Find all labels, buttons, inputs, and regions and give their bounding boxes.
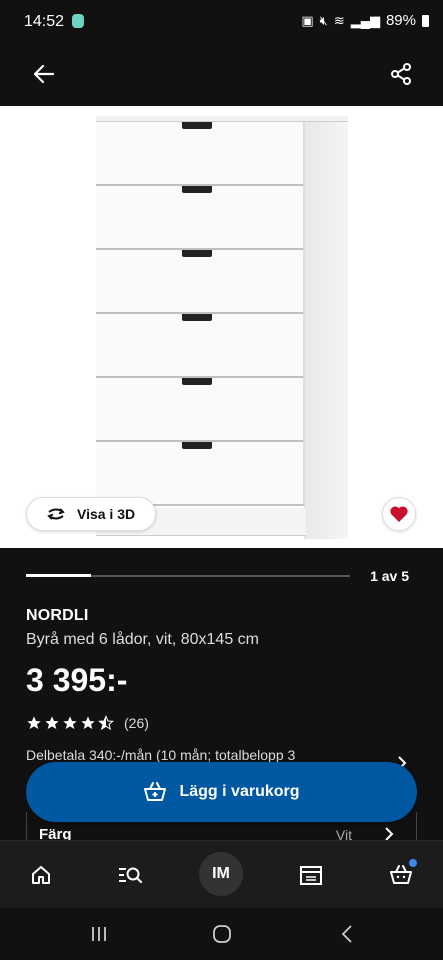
signal-icon: ▂▄▆	[350, 12, 380, 28]
nav-search[interactable]	[110, 855, 150, 895]
drawer	[96, 378, 304, 442]
battery-icon	[422, 14, 429, 27]
product-name: NORDLI	[26, 607, 89, 624]
home-circle-icon	[213, 925, 231, 943]
home-system-button[interactable]	[207, 920, 237, 948]
gallery-progress-fill	[26, 574, 91, 577]
nav-cart[interactable]	[381, 855, 421, 895]
add-to-cart-button[interactable]: Lägg i varukorg	[26, 762, 417, 822]
heart-icon	[390, 506, 408, 522]
nav-store[interactable]	[291, 855, 331, 895]
view-in-3d-button[interactable]: Visa i 3D	[26, 497, 156, 531]
favorite-button[interactable]	[382, 497, 416, 531]
sim-icon: ▣	[301, 12, 314, 28]
product-description: Byrå med 6 lådor, vit, 80x145 cm	[26, 631, 259, 648]
chevron-right-icon	[385, 827, 394, 841]
status-app-icon	[72, 14, 84, 28]
rating-count: (26)	[124, 715, 149, 731]
nav-profile-avatar[interactable]: IM	[199, 852, 243, 896]
product-price: 3 395:-	[26, 662, 128, 698]
cart-icon	[390, 865, 412, 884]
app-bar	[0, 44, 443, 106]
drawer	[96, 314, 304, 378]
search-list-icon	[119, 867, 143, 884]
battery-percent: 89%	[385, 12, 416, 29]
cart-notification-dot	[409, 859, 417, 867]
product-rating[interactable]: (26)	[26, 715, 149, 731]
add-to-cart-label: Lägg i varukorg	[179, 783, 300, 800]
home-icon	[32, 866, 50, 884]
back-button[interactable]	[24, 54, 64, 94]
product-image[interactable]	[0, 106, 443, 548]
drawer	[96, 186, 304, 250]
system-navigation-bar	[0, 908, 443, 960]
recent-apps-icon	[92, 927, 106, 941]
wifi-icon: ≋	[333, 12, 345, 28]
star-icon	[27, 716, 41, 729]
star-icon	[81, 716, 95, 729]
nav-home[interactable]	[21, 855, 61, 895]
bottom-navigation: IM	[0, 840, 443, 908]
gallery-progress	[26, 574, 350, 577]
half-star-icon	[98, 715, 114, 731]
drawer	[96, 250, 304, 314]
status-indicators: ▣ 🔇︎ ≋ ▂▄▆ 89%	[301, 12, 429, 29]
store-icon	[300, 866, 322, 885]
mute-icon: 🔇︎	[319, 12, 328, 28]
system-back-button[interactable]	[332, 920, 362, 948]
status-time: 14:52	[24, 13, 65, 30]
dresser-illustration	[96, 116, 348, 540]
chevron-left-icon	[341, 925, 352, 943]
gallery-page-indicator: 1 av 5	[370, 568, 409, 584]
star-icon	[63, 716, 77, 729]
view-in-3d-label: Visa i 3D	[77, 506, 136, 522]
arrow-left-icon	[33, 64, 55, 84]
rotate-3d-icon	[47, 508, 65, 520]
basket-icon	[144, 782, 167, 801]
share-icon	[391, 63, 411, 85]
status-bar: 14:52 ▣ 🔇︎ ≋ ▂▄▆ 89%	[0, 0, 443, 44]
star-icon	[45, 716, 59, 729]
drawer	[96, 122, 304, 186]
installment-text[interactable]: Delbetala 340:-/mån (10 mån; totalbelopp…	[26, 747, 361, 763]
recent-apps-button[interactable]	[84, 920, 114, 948]
share-button[interactable]	[381, 54, 421, 94]
